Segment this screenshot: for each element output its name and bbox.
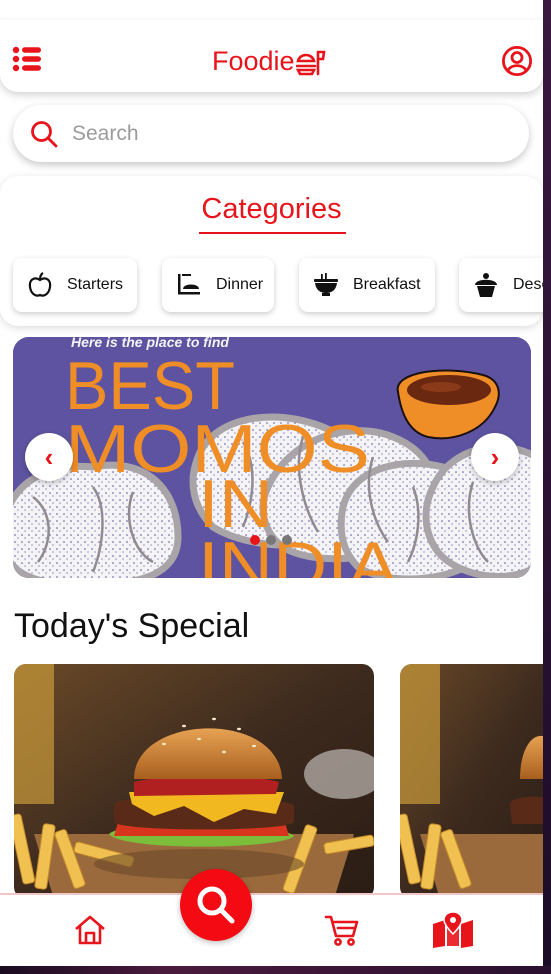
category-label: Starters <box>67 276 124 293</box>
apple-icon <box>27 272 53 298</box>
category-label: Dinner <box>216 276 264 293</box>
home-icon[interactable] <box>72 912 108 948</box>
burger-logo-icon <box>295 47 326 77</box>
menu-list-icon[interactable] <box>10 42 44 76</box>
search-icon <box>31 120 58 147</box>
category-label: Breakfast <box>353 276 421 293</box>
banner-headline-line: INDIA <box>198 528 399 578</box>
app-screen: Foodie Categori <box>0 0 543 966</box>
category-chip-breakfast[interactable]: Breakfast <box>299 258 435 312</box>
bowl-icon <box>313 272 339 298</box>
categories-title: Categories <box>201 193 342 225</box>
special-card[interactable] <box>14 664 374 899</box>
categories-underline <box>199 232 346 234</box>
background-edge <box>0 966 551 974</box>
background-edge <box>543 0 551 974</box>
search-bar <box>13 105 529 162</box>
cupcake-icon <box>473 272 499 298</box>
burger-image <box>400 664 543 899</box>
chevron-right-icon: › <box>490 441 500 472</box>
category-chip-dinner[interactable]: Dinner <box>162 258 274 312</box>
special-card[interactable] <box>400 664 543 899</box>
category-label: Dese <box>513 276 543 293</box>
search-icon <box>197 886 235 924</box>
search-input[interactable] <box>70 120 474 147</box>
dinner-icon <box>176 272 202 298</box>
burger-image <box>14 664 374 899</box>
app-brand: Foodie <box>212 46 326 77</box>
app-title: Foodie <box>212 46 295 76</box>
carousel-indicators <box>250 535 292 545</box>
cart-icon[interactable] <box>324 912 360 948</box>
carousel-prev-button[interactable]: ‹ <box>25 433 73 481</box>
map-icon[interactable] <box>432 912 474 948</box>
app-header: Foodie <box>0 20 543 92</box>
categories-panel: Categories Starters Dinner Breakfast Des <box>0 176 543 326</box>
carousel-dot-active[interactable] <box>250 535 260 545</box>
carousel-next-button[interactable]: › <box>471 433 519 481</box>
category-chip-starters[interactable]: Starters <box>13 258 137 312</box>
carousel-dot[interactable] <box>282 535 292 545</box>
carousel-dot[interactable] <box>266 535 276 545</box>
category-chip-desserts[interactable]: Dese <box>459 258 543 312</box>
search-fab-button[interactable] <box>180 869 252 941</box>
chevron-left-icon: ‹ <box>44 441 54 472</box>
todays-special-title: Today's Special <box>14 607 250 645</box>
bottom-navigation <box>0 893 543 966</box>
user-profile-icon[interactable] <box>500 44 534 78</box>
